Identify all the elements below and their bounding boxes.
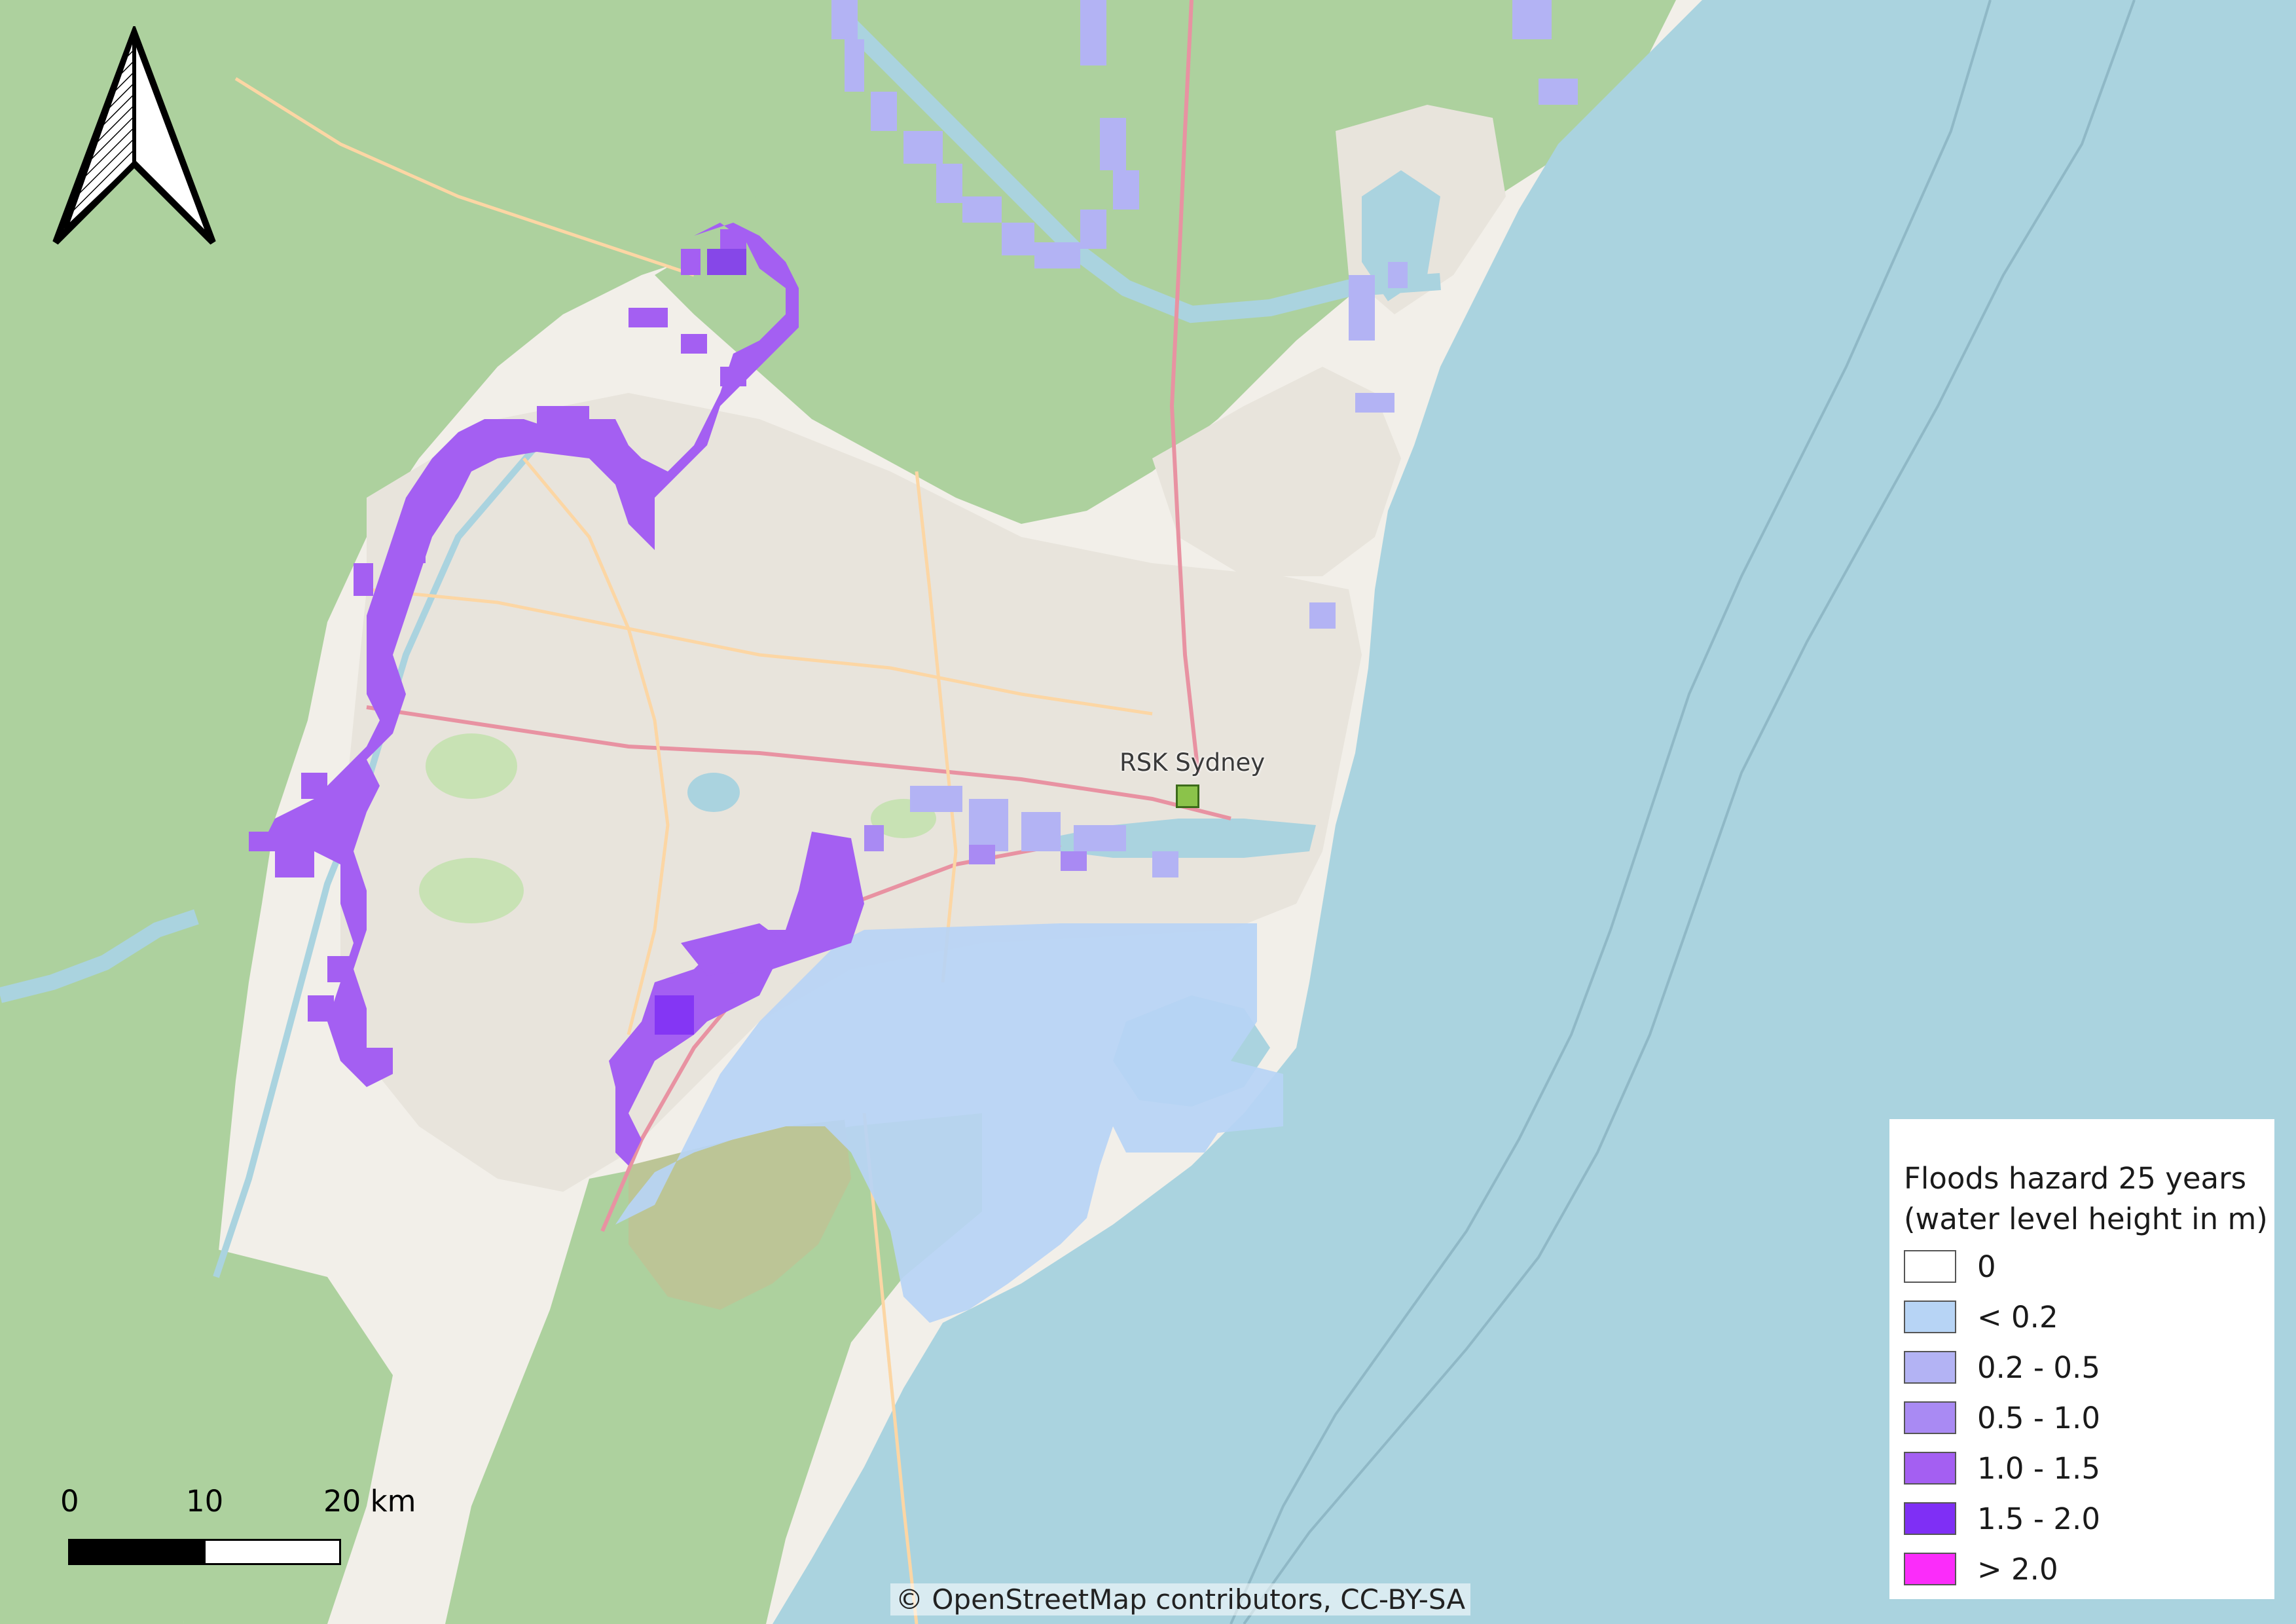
legend-title: Floods hazard 25 years (water level heig… bbox=[1904, 1158, 2274, 1240]
scale-label-10: 10 bbox=[186, 1484, 224, 1519]
legend-item: 0.2 - 0.5 bbox=[1904, 1350, 2270, 1385]
park bbox=[687, 773, 740, 812]
legend-label: 1.5 - 2.0 bbox=[1977, 1502, 2100, 1536]
legend-item: 1.5 - 2.0 bbox=[1904, 1502, 2270, 1536]
legend-title-line-1: Floods hazard 25 years bbox=[1904, 1161, 2247, 1196]
legend-swatch bbox=[1904, 1401, 1956, 1434]
scale-bar: 0 10 20 km bbox=[60, 1484, 416, 1565]
legend-swatch bbox=[1904, 1250, 1956, 1283]
scale-label-0: 0 bbox=[60, 1484, 79, 1519]
scale-segment-white bbox=[204, 1539, 341, 1565]
legend-item: 0.5 - 1.0 bbox=[1904, 1401, 2270, 1435]
legend-swatch bbox=[1904, 1553, 1956, 1585]
legend-label: 0 bbox=[1977, 1249, 1996, 1284]
legend-item: 0 bbox=[1904, 1249, 2270, 1284]
legend-item: > 2.0 bbox=[1904, 1552, 2270, 1587]
north-arrow-icon bbox=[52, 26, 216, 245]
legend-label: > 2.0 bbox=[1977, 1552, 2058, 1587]
map-attribution: © OpenStreetMap contributors, CC-BY-SA bbox=[890, 1583, 1471, 1615]
legend-label: 1.0 - 1.5 bbox=[1977, 1451, 2100, 1486]
legend-item: < 0.2 bbox=[1904, 1300, 2270, 1335]
park bbox=[419, 858, 524, 923]
scale-segment-black bbox=[68, 1539, 206, 1565]
scale-label-20: 20 km bbox=[323, 1484, 416, 1519]
legend-title-line-2: (water level height in m) bbox=[1904, 1202, 2268, 1236]
site-label: RSK Sydney bbox=[1120, 748, 1266, 777]
legend-item: 1.0 - 1.5 bbox=[1904, 1451, 2270, 1486]
park bbox=[426, 733, 517, 799]
legend-swatch bbox=[1904, 1351, 1956, 1384]
legend-swatch bbox=[1904, 1502, 1956, 1535]
legend: Floods hazard 25 years (water level heig… bbox=[1889, 1119, 2274, 1599]
legend-label: 0.5 - 1.0 bbox=[1977, 1401, 2100, 1435]
legend-label: 0.2 - 0.5 bbox=[1977, 1350, 2100, 1385]
site-marker[interactable] bbox=[1176, 784, 1199, 808]
legend-swatch bbox=[1904, 1452, 1956, 1485]
legend-swatch bbox=[1904, 1301, 1956, 1333]
legend-label: < 0.2 bbox=[1977, 1300, 2058, 1335]
